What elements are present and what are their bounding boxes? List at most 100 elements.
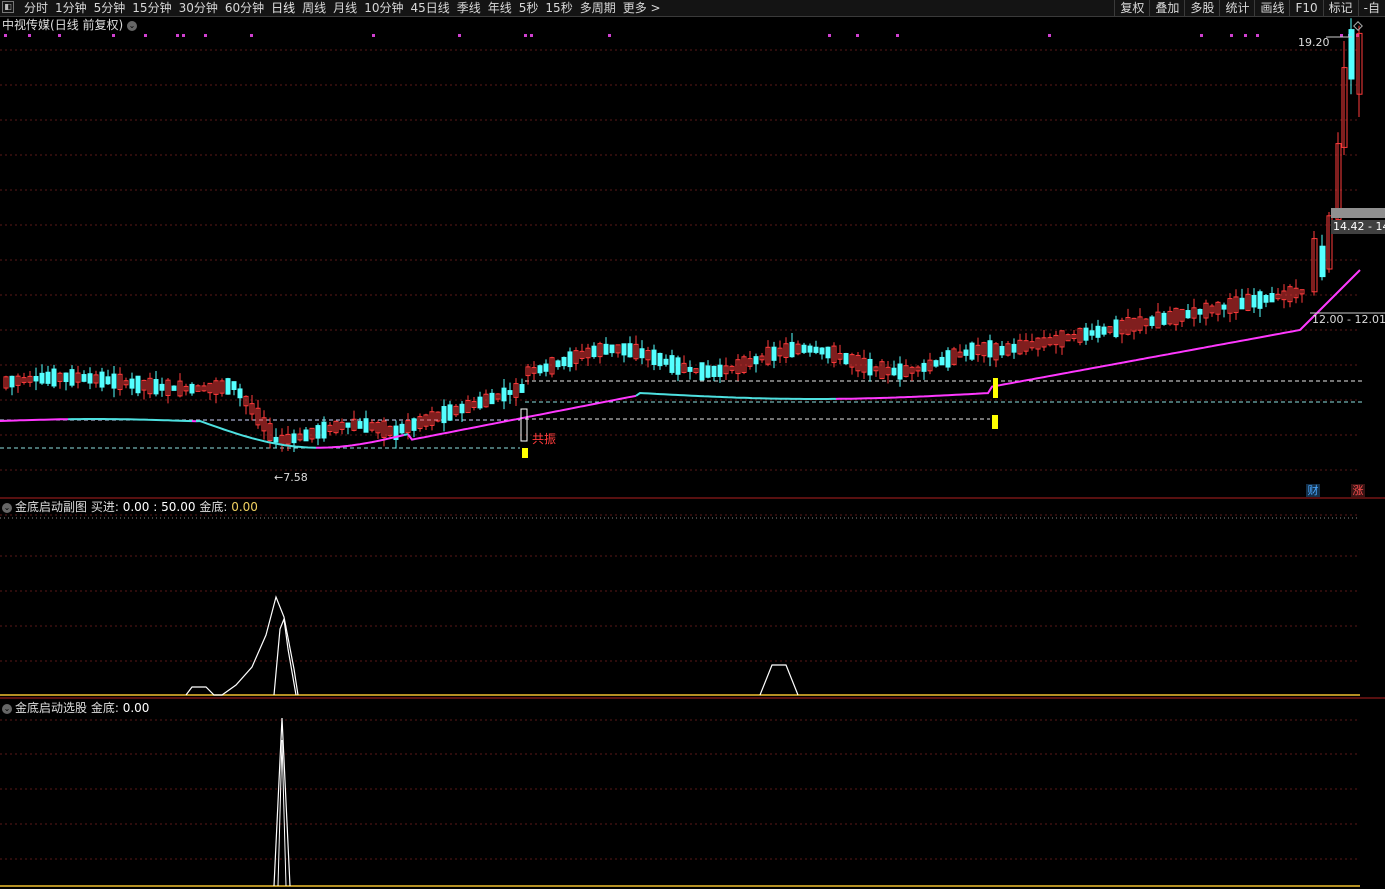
period-tab[interactable]: 15秒 [545,1,572,15]
buy-curve-spike [273,616,297,696]
period-tab[interactable]: 45日线 [410,1,449,15]
signal-marker [112,34,115,37]
signal-marker [896,34,899,37]
signal-marker [1230,34,1233,37]
signal-marker [530,34,533,37]
high-price-label: 19.20 [1298,36,1330,49]
tool-button[interactable]: 复权 [1114,0,1149,16]
down-candle [543,363,549,372]
down-candle [687,366,693,372]
signal-marker [28,34,31,37]
down-candle [537,365,543,374]
signal-marker [524,34,527,37]
moving-average-line [635,391,836,400]
down-candle [1089,330,1095,336]
down-candle [315,425,321,439]
signal-marker [856,34,859,37]
tool-button[interactable]: 画线 [1254,0,1289,16]
period-tab[interactable]: 多周期 [580,1,616,15]
tool-button[interactable]: 统计 [1219,0,1254,16]
period-tab[interactable]: 年线 [488,1,512,15]
down-candle [45,371,51,384]
down-candle [1161,312,1167,325]
period-tab[interactable]: 5分钟 [94,1,126,15]
period-tab[interactable]: 15分钟 [132,1,171,15]
menu-icon[interactable]: ◧ [2,1,14,13]
down-candle [51,368,57,387]
down-candle [81,374,87,382]
signal-marker [458,34,461,37]
signal-bar [993,378,998,398]
price-range-label-lower: 12.00 - 12.01 [1312,313,1385,326]
period-tab[interactable]: 季线 [457,1,481,15]
down-candle [1011,343,1017,353]
signal-marker [182,34,185,37]
rise-badge[interactable]: 涨 [1351,484,1365,497]
down-candle [675,357,681,375]
signal-marker [250,34,253,37]
signal-bar [520,408,528,442]
period-tab[interactable]: 5秒 [519,1,539,15]
down-candle [663,358,669,365]
down-candle [669,355,675,373]
down-candle [153,379,159,395]
price-range-label-upper: 14.42 - 14 [1331,220,1385,234]
down-candle [501,387,507,402]
tool-button[interactable]: -自 [1357,0,1385,16]
down-candle [1149,316,1155,326]
tool-button[interactable]: 标记 [1322,0,1358,16]
tool-button[interactable]: 叠加 [1149,0,1184,16]
down-candle [639,348,645,359]
down-candle [999,345,1005,356]
down-candle [1113,319,1119,338]
down-candle [129,378,135,389]
down-candle [171,385,177,391]
down-candle [189,383,195,394]
down-candle [657,352,663,367]
down-candle [363,418,369,433]
down-candle [1263,294,1269,303]
down-candle [1185,310,1191,319]
signal-marker [144,34,147,37]
down-candle [717,364,723,377]
down-candle [1095,325,1101,338]
signal-arrow [992,415,998,429]
subchart1-plot[interactable] [0,499,1385,699]
period-tab[interactable]: 60分钟 [225,1,264,15]
signal-marker [1244,34,1247,37]
signal-marker [1256,34,1259,37]
down-candle [399,423,405,434]
period-tab[interactable]: 1分钟 [55,1,87,15]
down-candle [357,421,363,429]
down-candle [1221,304,1227,310]
signal-marker [828,34,831,37]
subchart2-plot[interactable] [0,700,1385,889]
down-candle [705,365,711,378]
down-candle [771,346,777,361]
period-tab[interactable]: 分时 [24,1,48,15]
down-candle [111,373,117,389]
down-candle [447,404,453,421]
period-tab[interactable]: 月线 [333,1,357,15]
signal-arrow [522,448,528,458]
down-candle [711,365,717,377]
finance-badge[interactable]: 财 [1306,484,1320,497]
down-candle [609,344,615,354]
signal-marker [176,34,179,37]
down-candle [627,343,633,358]
tool-button[interactable]: 多股 [1184,0,1219,16]
period-tab[interactable]: 更多 > [623,1,661,15]
down-candle [1251,294,1257,308]
down-candle [159,383,165,391]
down-candle [477,396,483,409]
tool-button[interactable]: F10 [1289,0,1322,16]
down-candle [963,349,969,356]
down-candle [1083,327,1089,341]
candlestick-chart[interactable] [0,17,1385,499]
period-tab[interactable]: 30分钟 [179,1,218,15]
period-tab[interactable]: 周线 [302,1,326,15]
down-candle [567,351,573,368]
period-tab[interactable]: 10分钟 [364,1,403,15]
period-tab[interactable]: 日线 [271,1,295,15]
down-candle [933,360,939,367]
